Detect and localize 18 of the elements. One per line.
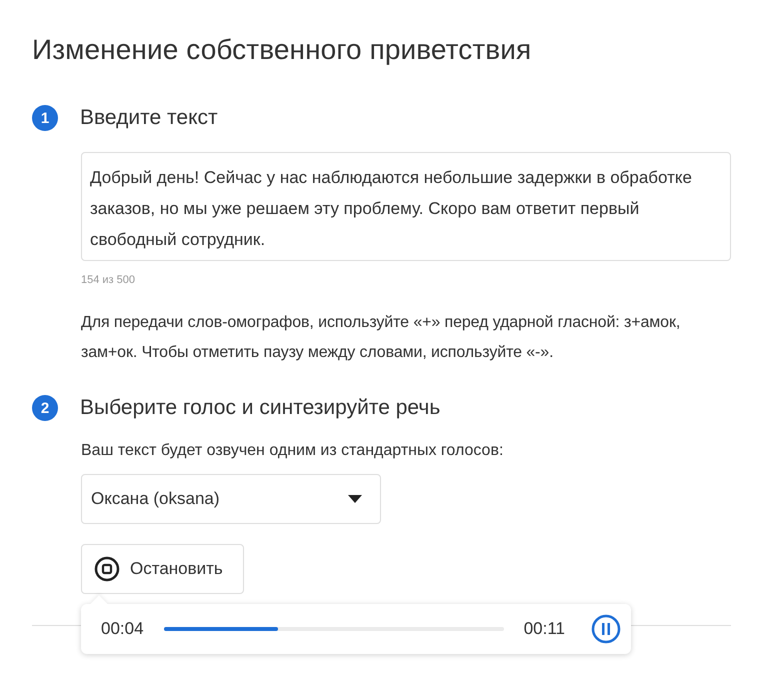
hint-text: Для передачи слов-омографов, используйте «+» перед ударной гласной: з+амок, зам+ок. Чтобы отметить паузу между словами, используйте «-». bbox=[81, 313, 682, 363]
pause-button[interactable] bbox=[591, 614, 621, 644]
progress-bar[interactable] bbox=[164, 627, 504, 631]
stop-button[interactable]: Остановить bbox=[81, 544, 244, 594]
pause-icon bbox=[591, 614, 621, 644]
step-heading: Выберите голос и синтезируйте речь bbox=[80, 396, 440, 420]
stop-icon bbox=[94, 556, 120, 582]
voice-select[interactable]: Оксана (oksana) bbox=[81, 474, 381, 524]
dropdown-caret-icon bbox=[348, 495, 362, 503]
character-counter: 154 из 500 bbox=[81, 274, 136, 286]
greeting-text-field[interactable]: Добрый день! Сейчас у нас наблюдаются небольшие задержки в обработке заказов, но мы уже решаем эту проблему. Скоро вам ответит первый свободный сотрудник. bbox=[81, 152, 731, 261]
total-time: 00:11 bbox=[524, 619, 565, 639]
page-title: Изменение собственного приветствия bbox=[32, 34, 532, 66]
step-number: 1 bbox=[32, 105, 58, 131]
voice-note: Ваш текст будет озвучен одним из стандартных голосов: bbox=[81, 442, 504, 460]
step-number: 2 bbox=[32, 395, 58, 421]
elapsed-time: 00:04 bbox=[101, 619, 144, 639]
step-heading: Введите текст bbox=[80, 106, 218, 130]
